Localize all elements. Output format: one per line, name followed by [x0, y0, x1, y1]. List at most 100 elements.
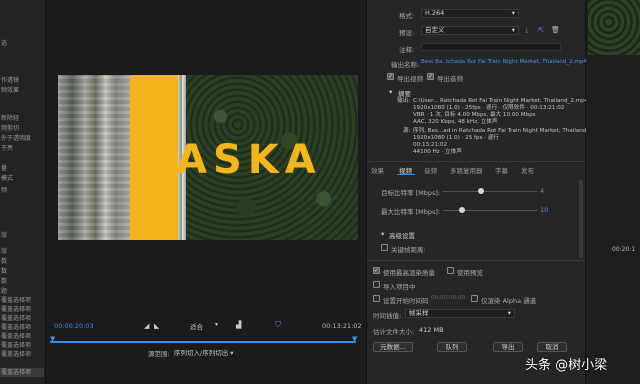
effects-row[interactable]: 覆盖选择项 — [0, 332, 44, 341]
chevron-down-icon[interactable]: ▾ — [215, 321, 218, 328]
summary-source-line: 1920x1080 (1.0) · 25 fps · 逐行 — [413, 135, 500, 141]
effects-item[interactable]: 数 — [1, 266, 7, 275]
mark-in-icon[interactable]: ◢ — [144, 322, 152, 330]
export-audio-checkbox[interactable]: ✓ — [427, 73, 434, 80]
scrub-bar[interactable] — [50, 341, 356, 343]
tab-publish[interactable]: 发布 — [521, 165, 534, 175]
export-video-checkbox[interactable]: ✓ — [387, 73, 394, 80]
advanced-expand-icon[interactable]: ▾ — [381, 230, 384, 238]
delete-preset-icon[interactable]: 🗑 — [551, 26, 560, 34]
settings-scrollbar[interactable] — [579, 180, 583, 258]
format-dropdown[interactable]: H.264 ▾ — [421, 9, 519, 18]
time-interp-value: 帧采样 — [409, 309, 429, 317]
est-size-value: 412 MB — [419, 326, 444, 334]
effects-item[interactable]: 题 — [1, 286, 7, 295]
export-settings-dialog: 格式: H.264 ▾ 预设: 自定义 ▾ ⤓ ⇱ 🗑 注释: 输出名称: Best… — [366, 0, 589, 384]
fit-dropdown[interactable]: 适合 — [190, 321, 216, 331]
effects-item[interactable]: 频 — [1, 185, 7, 194]
export-button[interactable]: 导出 — [493, 342, 523, 352]
effects-row[interactable]: 覆盖选择项 — [0, 296, 44, 305]
target-bitrate-value[interactable]: 4 — [540, 187, 544, 195]
effects-item[interactable]: 量 — [1, 163, 7, 172]
active-tab-indicator — [397, 174, 415, 175]
effects-item[interactable]: 于亮 — [1, 143, 13, 152]
timecode-in[interactable]: 00:00:20:03 — [54, 322, 94, 330]
summary-output-line: C:\User... Ratchada Rot Fai Train Night … — [413, 98, 589, 104]
set-start-timecode-checkbox[interactable] — [373, 295, 380, 302]
timecode-out: 00:13:21:02 — [322, 322, 362, 330]
effects-item[interactable]: 频效果 — [1, 85, 19, 94]
render-alpha-label: 仅渲染 Alpha 通道 — [481, 297, 537, 305]
crop-icon[interactable]: ▟ — [236, 321, 241, 329]
effects-row[interactable]: 覆盖选择项 — [0, 323, 44, 332]
output-label: 输出: — [397, 98, 411, 104]
chevron-down-icon: ▾ — [511, 9, 515, 17]
tab-audio[interactable]: 音频 — [424, 165, 437, 175]
source-range-dropdown[interactable]: 序列切入/序列切出 ▾ — [174, 347, 260, 357]
effects-row[interactable]: 覆盖选择项 — [0, 341, 44, 350]
max-render-quality-label: 使用最高渲染质量 — [383, 269, 435, 277]
effects-row[interactable]: 覆盖选择项 — [0, 305, 44, 314]
source-range-value: 序列切入/序列切出 — [174, 349, 229, 357]
video-preview[interactable]: ASKA — [58, 75, 358, 240]
out-point-handle[interactable]: ▼ — [352, 335, 357, 343]
effects-item[interactable]: 数 — [1, 276, 7, 285]
effects-item[interactable]: 效 — [1, 246, 7, 255]
effects-item[interactable]: 作透镜 — [1, 75, 19, 84]
tab-divider — [367, 161, 585, 162]
summary-source-line: 序列, Bes...ad in Ratchada Rot Fai Train N… — [413, 128, 587, 134]
effects-item[interactable]: 选 — [1, 38, 7, 47]
playhead-icon[interactable]: ⛉ — [275, 320, 281, 330]
max-render-quality-checkbox[interactable]: ✓ — [373, 267, 380, 274]
tab-multiplexer[interactable]: 多路复用器 — [450, 165, 483, 175]
tab-effects[interactable]: 效果 — [371, 165, 384, 175]
effects-item[interactable]: 效 — [1, 230, 7, 239]
preset-value: 自定义 — [425, 26, 445, 34]
chevron-down-icon: ▾ — [511, 26, 515, 34]
export-audio-label: 导出音频 — [437, 75, 463, 83]
cancel-button[interactable]: 取消 — [537, 342, 567, 352]
save-preset-icon[interactable]: ⤓ — [525, 26, 528, 35]
effects-row[interactable]: 覆盖选择项 — [0, 314, 44, 323]
max-bitrate-value[interactable]: 10 — [540, 206, 548, 214]
timeline-panel — [586, 0, 640, 384]
import-project-label: 导入项目中 — [383, 283, 416, 291]
effects-item[interactable]: 频剪切 — [1, 123, 19, 132]
effects-row-selected[interactable]: 覆盖选择项 — [0, 368, 44, 377]
comment-input[interactable] — [421, 43, 561, 51]
output-name-label: 输出名称: — [391, 61, 420, 69]
max-bitrate-thumb[interactable] — [458, 207, 465, 213]
max-bitrate-slider[interactable] — [443, 210, 537, 211]
target-bitrate-thumb[interactable] — [477, 188, 484, 194]
summary-output-line: 1920x1080 (1.0) · 25fps · 逐行 · 仅限软件 · 00… — [413, 105, 565, 111]
import-project-checkbox[interactable] — [373, 281, 380, 288]
target-bitrate-label: 目标比特率 [Mbps]: — [381, 189, 441, 197]
effects-panel: 选 作透镜 频效果 新除轻 频剪切 外于透明度 于亮 量 模式 频 效 效 数 … — [0, 0, 46, 384]
source-range-label: 源范围: — [148, 350, 170, 358]
metadata-button[interactable]: 元数据... — [373, 342, 413, 352]
effects-item[interactable]: 模式 — [1, 173, 13, 182]
output-name-link[interactable]: Best Ba..tchada Rot Fai Train Night Mark… — [421, 59, 587, 65]
effects-item[interactable]: 外于透明度 — [1, 133, 31, 142]
tab-captions[interactable]: 字幕 — [495, 165, 508, 175]
in-point-handle[interactable]: ▼ — [50, 335, 55, 343]
target-bitrate-slider[interactable] — [443, 191, 537, 192]
render-alpha-checkbox[interactable] — [471, 295, 478, 302]
set-start-timecode-label: 设置开始时间码 — [383, 297, 429, 305]
preset-dropdown[interactable]: 自定义 ▾ — [421, 26, 519, 35]
summary-expand-icon[interactable]: ▾ — [389, 88, 392, 96]
max-bitrate-label: 最大比特率 [Mbps]: — [381, 208, 441, 216]
mark-out-icon[interactable]: ◣ — [154, 322, 162, 330]
start-timecode-value[interactable]: 00;00;00;00 — [431, 295, 465, 301]
queue-button[interactable]: 队列 — [437, 342, 467, 352]
effects-row[interactable]: 覆盖选择项 — [0, 350, 44, 359]
time-interp-dropdown[interactable]: 帧采样 ▾ — [405, 309, 515, 318]
source-label: 源: — [403, 128, 411, 134]
title-bar-graphic — [130, 75, 178, 240]
use-previews-checkbox[interactable] — [447, 267, 454, 274]
clip-thumbnail — [588, 0, 640, 55]
effects-item[interactable]: 新除轻 — [1, 113, 19, 122]
effects-item[interactable]: 数 — [1, 256, 7, 265]
import-preset-icon[interactable]: ⇱ — [538, 26, 544, 34]
keyframe-checkbox[interactable] — [381, 244, 388, 251]
